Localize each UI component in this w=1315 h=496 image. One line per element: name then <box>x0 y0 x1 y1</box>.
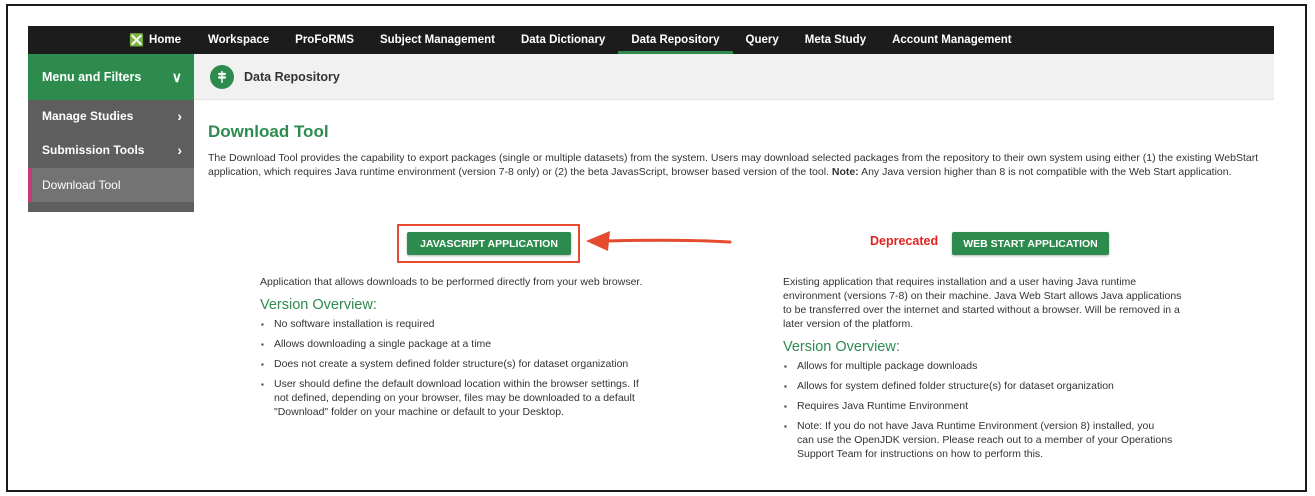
list-item: Note: If you do not have Java Runtime En… <box>784 419 1193 461</box>
tool-description: The Download Tool provides the capabilit… <box>208 151 1268 179</box>
javascript-app-column: Application that allows downloads to be … <box>260 275 670 425</box>
web-start-application-button[interactable]: WEB START APPLICATION <box>952 232 1109 255</box>
sidebar-item-label: Download Tool <box>42 178 121 192</box>
web-start-column: Existing application that requires insta… <box>783 275 1193 467</box>
nav-query[interactable]: Query <box>733 26 792 54</box>
nav-proforms[interactable]: ProFoRMS <box>282 26 367 54</box>
page-titlebar: Data Repository <box>194 54 1274 100</box>
top-navigation: ❎ Home Workspace ProFoRMS Subject Manage… <box>28 26 1274 54</box>
list-item: Does not create a system defined folder … <box>261 357 670 372</box>
list-item: Allows for multiple package downloads <box>784 359 1193 374</box>
sidebar-item-download-tool[interactable]: Download Tool <box>28 168 194 202</box>
nav-data-repository[interactable]: Data Repository <box>618 26 733 54</box>
nav-data-dictionary[interactable]: Data Dictionary <box>508 26 618 54</box>
nav-meta-study[interactable]: Meta Study <box>792 26 879 54</box>
list-item: No software installation is required <box>261 317 670 332</box>
sidebar-header-label: Menu and Filters <box>42 70 142 84</box>
desc-note-label: Note: <box>831 166 859 178</box>
deprecated-label: Deprecated <box>870 234 939 248</box>
web-start-intro: Existing application that requires insta… <box>783 276 1182 330</box>
chevron-right-icon: › <box>177 108 182 124</box>
chevron-right-icon: › <box>177 142 182 158</box>
list-item: Allows for system defined folder structu… <box>784 379 1193 394</box>
repository-icon <box>210 64 234 89</box>
version-overview-list: Allows for multiple package downloads Al… <box>783 359 1193 461</box>
nav-home[interactable]: ❎ Home <box>28 26 195 54</box>
sidebar-item-submission-tools[interactable]: Submission Tools › <box>28 134 194 166</box>
version-overview-heading: Version Overview: <box>783 339 900 355</box>
nav-subject-management[interactable]: Subject Management <box>367 26 508 54</box>
sidebar: Manage Studies › Submission Tools › Down… <box>28 100 194 212</box>
desc-text-2: Any Java version higher than 8 is not co… <box>858 166 1232 178</box>
wheat-icon <box>218 70 226 83</box>
list-item: User should define the default download … <box>261 377 670 419</box>
javascript-application-button[interactable]: JAVASCRIPT APPLICATION <box>407 232 571 255</box>
section-heading: Download Tool <box>208 122 329 141</box>
arrow-left-icon <box>586 231 732 251</box>
page-title: Data Repository <box>244 69 340 84</box>
sidebar-item-label: Submission Tools <box>42 143 145 157</box>
nav-account-management[interactable]: Account Management <box>879 26 1025 54</box>
sidebar-item-label: Manage Studies <box>42 109 134 123</box>
nav-workspace[interactable]: Workspace <box>195 26 282 54</box>
list-item: Requires Java Runtime Environment <box>784 399 1193 414</box>
sidebar-item-manage-studies[interactable]: Manage Studies › <box>28 100 194 132</box>
javascript-app-intro: Application that allows downloads to be … <box>260 276 643 288</box>
nav-home-label: Home <box>149 34 181 46</box>
version-overview-heading: Version Overview: <box>260 297 377 313</box>
list-item: Allows downloading a single package at a… <box>261 337 670 352</box>
sidebar-header[interactable]: Menu and Filters ∨ <box>28 54 194 100</box>
home-icon: ❎ <box>129 33 145 47</box>
version-overview-list: No software installation is required All… <box>260 317 670 419</box>
chevron-double-down-icon[interactable]: ∨ <box>172 69 182 86</box>
